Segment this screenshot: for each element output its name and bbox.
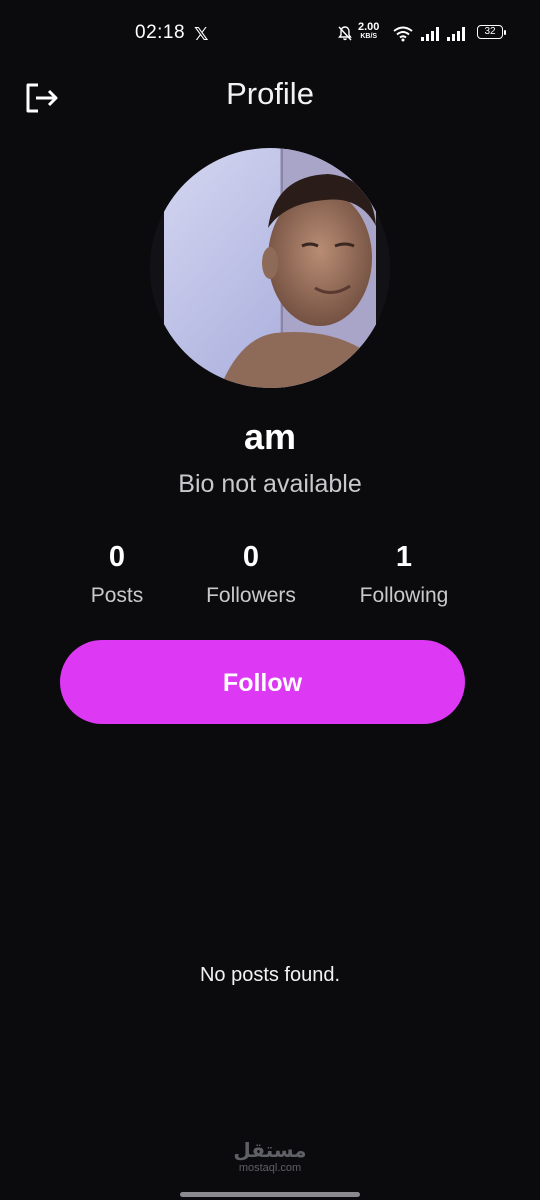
notifications-off-icon [338,26,352,41]
watermark: مستقل mostaql.com [220,1140,320,1174]
stat-following[interactable]: 1 Following [334,540,474,608]
watermark-url: mostaql.com [238,1162,302,1174]
empty-posts-message: No posts found. [199,964,341,986]
avatar[interactable] [150,148,390,388]
wifi-icon [393,26,413,42]
avatar-photo [150,148,390,388]
x-logo-icon: 𝕏 [194,24,209,44]
posts-count: 0 [108,541,126,573]
signal-icon-2 [447,27,465,41]
network-speed: 2.00 KB/S [358,22,379,41]
posts-label: Posts [90,584,144,607]
app-bar: Profile [0,68,540,124]
battery-icon: 32 [477,25,503,39]
page-title: Profile [226,76,314,111]
following-label: Following [359,584,449,607]
status-bar: 02:18 𝕏 2.00 KB/S 32 [0,0,540,68]
watermark-logo: مستقل [233,1140,307,1162]
stat-posts[interactable]: 0 Posts [47,540,187,608]
home-indicator[interactable] [180,1192,360,1197]
followers-label: Followers [206,584,296,607]
stat-followers[interactable]: 0 Followers [181,540,321,608]
username: am [243,416,297,457]
bio-text: Bio not available [178,470,362,498]
status-icons: 2.00 KB/S 32 [336,22,516,46]
status-time: 02:18 [135,22,186,43]
network-speed-unit: KB/S [360,33,378,40]
followers-count: 0 [242,541,260,573]
follow-button[interactable]: Follow [60,640,465,724]
battery-tip [504,30,506,35]
following-count: 1 [395,541,413,573]
signal-icon-1 [421,27,439,41]
